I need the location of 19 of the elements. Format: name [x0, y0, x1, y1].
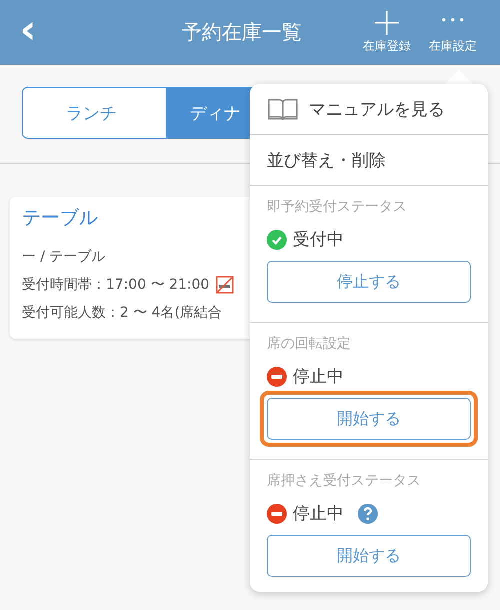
status-text: 停止中	[293, 366, 344, 388]
card-title: テーブル	[22, 206, 98, 231]
help-icon[interactable]	[358, 504, 378, 524]
plus-icon[interactable]	[374, 10, 400, 36]
card-detail: ー / テーブル	[22, 248, 106, 266]
action-label[interactable]: 在庫登録	[363, 38, 411, 55]
status-button[interactable]: 開始する	[267, 398, 471, 440]
action-label[interactable]: 在庫設定	[429, 38, 477, 55]
page-title: 予約在庫一覧	[181, 19, 303, 46]
section-title: 席押さえ受付ステータス	[267, 472, 422, 490]
book-icon	[267, 97, 299, 121]
status-text: 停止中	[293, 503, 344, 525]
status-button[interactable]: 停止する	[267, 261, 471, 303]
back-button[interactable]: ‹	[20, 10, 60, 50]
card-detail: 受付可能人数：2 〜 4名(席結合	[22, 304, 222, 322]
menu-item[interactable]: 並び替え・削除	[267, 148, 386, 172]
segment-tab[interactable]: ランチ	[22, 87, 167, 139]
status-button[interactable]: 開始する	[267, 535, 471, 577]
card-detail: 受付時間帯：17:00 〜 21:00	[22, 276, 210, 294]
